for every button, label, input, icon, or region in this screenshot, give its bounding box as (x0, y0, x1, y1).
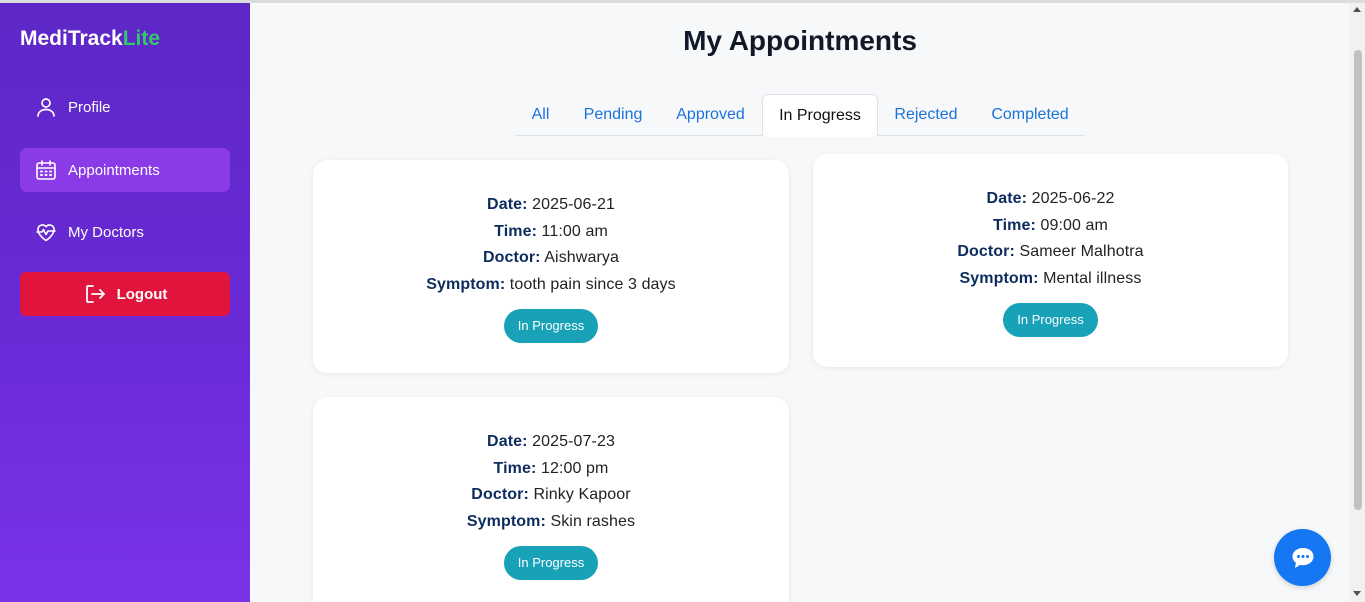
sidebar-item-label: My Doctors (68, 223, 144, 241)
status-badge[interactable]: In Progress (1003, 302, 1098, 337)
sidebar-item-appointments[interactable]: Appointments (20, 148, 230, 192)
heart-pulse-icon (36, 224, 56, 242)
scrollbar-thumb[interactable] (1354, 50, 1362, 510)
tab-all[interactable]: All (515, 94, 566, 136)
tab-rejected[interactable]: Rejected (887, 94, 965, 136)
scroll-up-arrow[interactable] (1353, 7, 1361, 12)
status-badge[interactable]: In Progress (503, 545, 599, 580)
status-tabs: All Pending Approved In Progress Rejecte… (515, 94, 1085, 137)
brand-name: MediTrack (20, 27, 123, 50)
appointment-date: Date: 2025-07-23 (487, 433, 615, 450)
user-icon (37, 98, 55, 117)
appointment-time: Time: 09:00 am (993, 216, 1108, 234)
appointment-card: Date: 2025-07-23 Time: 12:00 pm Doctor: … (313, 397, 789, 602)
sidebar-item-label: Profile (68, 98, 111, 116)
appointment-date: Date: 2025-06-22 (986, 190, 1115, 207)
calendar-icon (36, 160, 56, 180)
appointment-doctor: Doctor: Sameer Malhotra (957, 243, 1144, 261)
appointment-symptom: Symptom: tooth pain since 3 days (426, 276, 676, 294)
chat-bubble-icon (1292, 547, 1313, 568)
logout-icon (85, 285, 105, 303)
sidebar: MediTrackLite Profile Appointments My Do… (0, 3, 250, 602)
brand-suffix: Lite (122, 27, 161, 50)
logout-label: Logout (116, 285, 168, 303)
sidebar-item-my-doctors[interactable]: My Doctors (20, 210, 230, 254)
tab-pending[interactable]: Pending (574, 94, 652, 136)
appointment-time: Time: 12:00 pm (493, 459, 609, 477)
tab-in-progress[interactable]: In Progress (762, 94, 878, 137)
sidebar-item-label: Appointments (68, 161, 160, 179)
page-title: My Appointments (683, 25, 917, 56)
appointment-card: Date: 2025-06-21 Time: 11:00 am Doctor: … (313, 160, 789, 373)
brand-logo[interactable]: MediTrackLite (20, 27, 160, 51)
appointment-symptom: Symptom: Skin rashes (466, 513, 636, 531)
chat-button[interactable] (1274, 529, 1331, 586)
sidebar-item-profile[interactable]: Profile (20, 85, 230, 129)
appointment-doctor: Doctor: Rinky Kapoor (471, 486, 631, 504)
appointment-card: Date: 2025-06-22 Time: 09:00 am Doctor: … (813, 154, 1288, 367)
appointment-time: Time: 11:00 am (494, 222, 608, 240)
appointment-doctor: Doctor: Aishwarya (483, 249, 619, 267)
tab-approved[interactable]: Approved (669, 94, 752, 136)
scroll-down-arrow[interactable] (1353, 591, 1361, 596)
page-scrollbar[interactable] (1350, 3, 1365, 602)
tab-completed[interactable]: Completed (985, 94, 1075, 136)
status-badge[interactable]: In Progress (503, 308, 599, 343)
appointment-symptom: Symptom: Mental illness (959, 270, 1142, 288)
appointment-date: Date: 2025-06-21 (487, 196, 615, 213)
logout-button[interactable]: Logout (20, 272, 230, 316)
